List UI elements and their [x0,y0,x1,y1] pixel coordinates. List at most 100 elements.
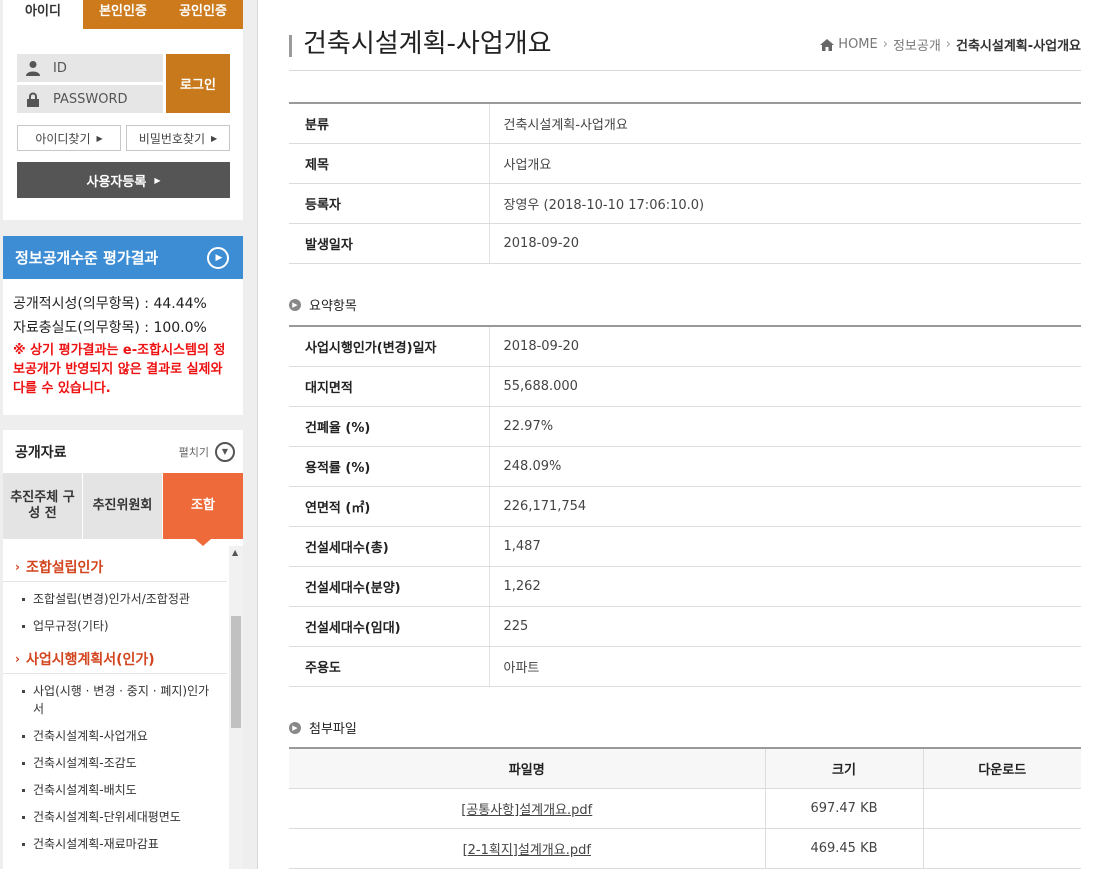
table-row: 건설세대수(총) 1,487 [289,526,1081,567]
table-row: 제목 사업개요 [289,143,1081,184]
bullet-arrow-icon: ▶ [289,721,301,734]
table-row: 건폐율 (%) 22.97% [289,406,1081,447]
eval-completeness: 자료충실도(의무항목) : 100.0% [13,320,207,336]
chevron-right-icon: › [882,37,888,52]
login-box: 아이디 본인인증 공인인증 ID PASSWORD 로그인 아이디찾기 ▶ 비밀… [3,0,243,220]
register-button[interactable]: 사용자등록 ▶ [17,162,230,198]
play-circle-icon: ▶ [207,247,229,269]
user-icon [25,60,41,76]
file-size: 697.47 KB [765,788,924,829]
login-tabs: 아이디 본인인증 공인인증 [3,0,243,29]
breadcrumb-home[interactable]: HOME [838,37,877,52]
row-value: 장영우 (2018-10-10 17:06:10.0) [489,183,1081,224]
breadcrumb-current: 건축시설계획-사업개요 [956,39,1081,54]
table-row: 대지면적 55,688.000 [289,366,1081,407]
find-id-button[interactable]: 아이디찾기 ▶ [17,125,121,151]
eval-header[interactable]: 정보공개수준 평가결과 ▶ [3,236,243,279]
menu-group-union-approval[interactable]: › 조합설립인가 [3,552,227,582]
file-name-cell: [공통사항]설계개요.pdf [289,788,766,829]
row-key: 분류 [289,103,490,144]
eval-body: 공개적시성(의무항목) : 44.44% 자료충실도(의무항목) : 100.0… [3,279,243,415]
file-size: 469.45 KB [765,828,924,869]
breadcrumb-level1[interactable]: 정보공개 [893,35,941,54]
scrollbar-thumb[interactable] [231,616,241,728]
menu-area: › 조합설립인가 조합설립(변경)인가서/조합정관 업무규정(기타) › 사업시… [3,546,243,869]
header-download: 다운로드 [923,748,1081,789]
login-button[interactable]: 로그인 [166,54,230,113]
row-key: 건설세대수(분양) [289,566,490,607]
eval-title: 정보공개수준 평가결과 [15,249,159,267]
file-name-cell: [2-1획지]설계개요.pdf [289,828,766,869]
tab-pre-organization[interactable]: 추진주체 구성 전 [3,473,83,539]
header-size: 크기 [765,748,924,789]
find-row: 아이디찾기 ▶ 비밀번호찾기 ▶ [17,125,230,151]
table-row: 발생일자 2018-09-20 [289,223,1081,264]
file-link[interactable]: [공통사항]설계개요.pdf [461,803,592,818]
tab-identity-verification[interactable]: 본인인증 [83,0,163,29]
open-data-header: 공개자료 펼치기 ▼ [3,430,243,473]
menu-item[interactable]: 건축시설계획-사업개요 [3,727,217,745]
tab-committee[interactable]: 추진위원회 [83,473,163,539]
menu-item[interactable]: 업무규정(기타) [3,617,217,635]
find-id-label: 아이디찾기 [35,131,91,146]
chevron-right-icon: › [15,651,20,666]
menu-item[interactable]: 건축시설계획-단위세대평면도 [3,808,217,826]
menu-item[interactable]: 건축시설계획-조감도 [3,754,217,772]
main-content: 건축시설계획-사업개요 HOME › 정보공개 › 건축시설계획-사업개요 분류… [289,0,1081,869]
download-cell[interactable] [923,788,1081,829]
row-value: 226,171,754 [489,486,1081,527]
page-title: 건축시설계획-사업개요 [289,27,552,63]
row-key: 대지면적 [289,366,490,407]
eval-warning: ※ 상기 평가결과는 e-조합시스템의 정보공개가 반영되지 않은 결과로 실제… [13,343,226,396]
menu-item[interactable]: 사업(시행 · 변경 · 중지 · 폐지)인가서 [3,682,217,718]
attach-section-label: ▶ 첨부파일 [289,718,357,737]
table-row: 연면적 (㎡) 226,171,754 [289,486,1081,527]
open-data-title: 공개자료 [15,444,67,461]
id-field[interactable]: ID [17,54,163,82]
download-cell[interactable] [923,828,1081,869]
row-value: 1,487 [489,526,1081,567]
triangle-right-icon: ▶ [154,175,161,185]
menu-group-label: 사업시행계획서(인가) [25,651,155,668]
password-placeholder: PASSWORD [53,91,128,107]
open-data-box: 공개자료 펼치기 ▼ 추진주체 구성 전 추진위원회 조합 › 조합설립인가 조… [3,430,243,869]
row-value: 아파트 [489,646,1081,687]
bullet-arrow-icon: ▶ [289,298,301,311]
expand-button[interactable]: 펼치기 ▼ [179,441,235,462]
breadcrumb: HOME › 정보공개 › 건축시설계획-사업개요 [820,35,1081,54]
file-link[interactable]: [2-1획지]설계개요.pdf [463,843,591,858]
find-password-button[interactable]: 비밀번호찾기 ▶ [126,125,230,151]
row-key: 건설세대수(임대) [289,606,490,647]
row-key: 연면적 (㎡) [289,486,490,527]
table-header-row: 파일명 크기 다운로드 [289,748,1081,789]
attach-label: 첨부파일 [309,722,357,737]
header-filename: 파일명 [289,748,766,789]
menu-scrollbar[interactable]: ▲ [229,546,243,869]
category-tabs: 추진주체 구성 전 추진위원회 조합 [3,473,243,546]
chevron-right-icon: › [945,37,951,52]
row-key: 주용도 [289,646,490,687]
triangle-right-icon: ▶ [96,133,103,143]
login-fields: ID PASSWORD [17,54,163,116]
menu-group-project-plan[interactable]: › 사업시행계획서(인가) [3,644,227,674]
row-value: 2018-09-20 [489,223,1081,264]
table-row: 건설세대수(분양) 1,262 [289,566,1081,607]
menu-item[interactable]: 건축시설계획-재료마감표 [3,835,217,853]
lock-icon [25,91,41,107]
tab-id-login[interactable]: 아이디 [3,0,83,29]
table-row: 주용도 아파트 [289,646,1081,687]
table-row: 분류 건축시설계획-사업개요 [289,103,1081,144]
eval-timeliness: 공개적시성(의무항목) : 44.44% [13,296,207,312]
menu-item[interactable]: 조합설립(변경)인가서/조합정관 [3,590,217,608]
table-row: 등록자 장영우 (2018-10-10 17:06:10.0) [289,183,1081,224]
chevron-down-icon: ▼ [215,441,235,462]
triangle-right-icon: ▶ [211,133,218,143]
row-value: 사업개요 [489,143,1081,184]
menu-item[interactable]: 건축시설계획-배치도 [3,781,217,799]
tab-certificate-login[interactable]: 공인인증 [163,0,243,29]
summary-section-label: ▶ 요약항목 [289,295,357,314]
menu-group-label: 조합설립인가 [25,559,104,576]
scroll-up-icon[interactable]: ▲ [232,548,238,557]
password-field[interactable]: PASSWORD [17,85,163,113]
tab-union[interactable]: 조합 [163,473,243,546]
